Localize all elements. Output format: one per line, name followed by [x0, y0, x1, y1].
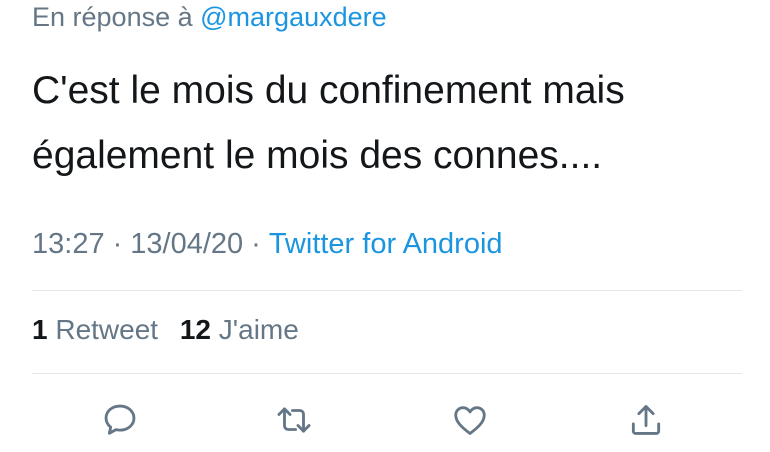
tweet-meta: 13:27 · 13/04/20 · Twitter for Android	[32, 228, 503, 261]
tweet-text: C'est le mois du confinement mais égalem…	[32, 58, 752, 188]
tweet-time: 13:27	[32, 228, 105, 260]
heart-icon	[454, 406, 486, 435]
like-label: J'aime	[218, 314, 299, 345]
reply-context: En réponse à @margauxdere	[32, 2, 387, 33]
retweet-label: Retweet	[55, 314, 159, 345]
tweet-source-link[interactable]: Twitter for Android	[269, 228, 503, 260]
tweet-date: 13/04/20	[130, 228, 244, 260]
share-button[interactable]	[624, 398, 668, 442]
reply-button[interactable]	[98, 398, 142, 442]
divider	[32, 290, 742, 291]
retweet-icon	[277, 407, 311, 433]
reply-mention-link[interactable]: @margauxdere	[200, 2, 387, 32]
like-button[interactable]	[448, 398, 492, 442]
meta-separator: ·	[251, 228, 261, 260]
tweet-stats: 1 Retweet 12 J'aime	[32, 314, 313, 346]
reply-prefix: En réponse à	[32, 2, 193, 32]
tweet-text-line: également le mois des connes....	[32, 134, 603, 177]
retweet-count: 1	[32, 314, 48, 345]
share-icon	[631, 405, 661, 435]
meta-separator: ·	[112, 228, 123, 260]
likes-stat[interactable]: 12 J'aime	[180, 314, 299, 345]
action-bar	[0, 398, 770, 442]
like-count: 12	[179, 314, 212, 345]
retweets-stat[interactable]: 1 Retweet	[32, 314, 158, 345]
divider	[32, 373, 742, 374]
tweet-text-line: C'est le mois du confinement mais	[32, 69, 625, 112]
retweet-button[interactable]	[272, 398, 316, 442]
comment-icon	[104, 404, 136, 435]
